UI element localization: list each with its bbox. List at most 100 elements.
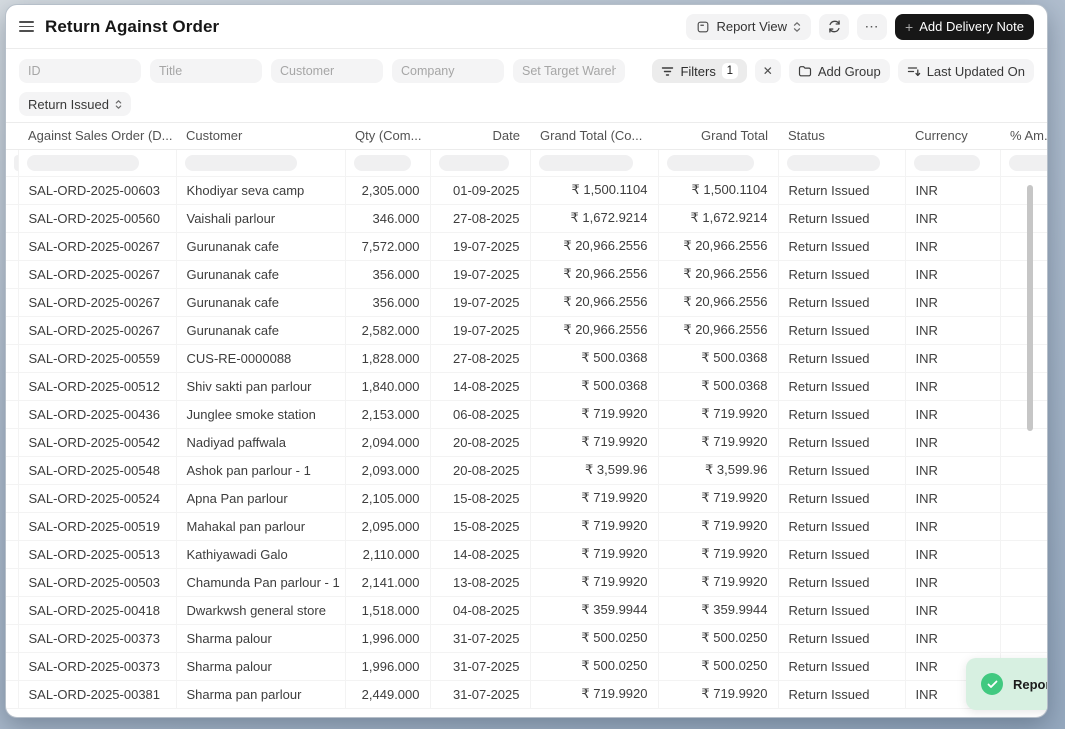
table-cell: ₹ 20,966.2556 [658, 260, 778, 288]
more-options-button[interactable]: ⋯ [857, 14, 887, 40]
add-delivery-note-button[interactable]: + Add Delivery Note [895, 14, 1034, 40]
title-filter-input[interactable] [150, 59, 262, 83]
column-filter-input[interactable] [354, 155, 412, 171]
report-view-button[interactable]: Report View [686, 14, 811, 40]
table-row[interactable]: SAL-ORD-2025-00267Gurunanak cafe356.0001… [6, 288, 1047, 316]
filter-toolbar: Filters 1 ✕ Add Group Last Updated O [6, 49, 1047, 122]
clear-filters-button[interactable]: ✕ [755, 59, 781, 83]
target-warehouse-filter-input[interactable] [513, 59, 625, 83]
table-cell: SAL-ORD-2025-00373 [18, 624, 176, 652]
table-cell: 356.000 [345, 260, 430, 288]
table-cell: 2,095.000 [345, 512, 430, 540]
table-row[interactable]: SAL-ORD-2025-00560Vaishali parlour346.00… [6, 204, 1047, 232]
table-row[interactable]: SAL-ORD-2025-00542Nadiyad paffwala2,094.… [6, 428, 1047, 456]
table-cell: 19-07-2025 [430, 232, 530, 260]
column-header[interactable]: Against Sales Order (D... [18, 123, 176, 149]
column-filter-cell [176, 149, 345, 176]
sidebar-toggle-icon[interactable] [19, 21, 34, 32]
table-row[interactable]: SAL-ORD-2025-00559CUS-RE-00000881,828.00… [6, 344, 1047, 372]
table-cell: 20-08-2025 [430, 428, 530, 456]
table-cell [1000, 288, 1047, 316]
table-row[interactable]: SAL-ORD-2025-00519Mahakal pan parlour2,0… [6, 512, 1047, 540]
table-cell: Return Issued [778, 596, 905, 624]
column-filter-input[interactable] [787, 155, 881, 171]
id-filter-input[interactable] [19, 59, 141, 83]
row-gutter-cell [6, 568, 18, 596]
table-cell: Sharma pan parlour [176, 680, 345, 708]
column-header[interactable]: % Am... [1000, 123, 1047, 149]
table-cell: Gurunanak cafe [176, 316, 345, 344]
table-cell: 2,153.000 [345, 400, 430, 428]
table-row[interactable]: SAL-ORD-2025-00513Kathiyawadi Galo2,110.… [6, 540, 1047, 568]
table-cell: SAL-ORD-2025-00373 [18, 652, 176, 680]
column-filter-cell [658, 149, 778, 176]
table-row[interactable]: SAL-ORD-2025-00603Khodiyar seva camp2,30… [6, 176, 1047, 204]
table-cell: ₹ 500.0368 [530, 344, 658, 372]
column-filter-input[interactable] [914, 155, 980, 171]
column-filter-input[interactable] [185, 155, 297, 171]
table-cell: SAL-ORD-2025-00381 [18, 680, 176, 708]
column-filter-input[interactable] [539, 155, 633, 171]
table-cell: INR [905, 176, 1000, 204]
plus-icon: + [905, 19, 913, 35]
table-cell [1000, 540, 1047, 568]
table-row[interactable]: SAL-ORD-2025-00418Dwarkwsh general store… [6, 596, 1047, 624]
refresh-icon [827, 19, 842, 34]
column-filter-input[interactable] [439, 155, 510, 171]
column-header[interactable]: Date [430, 123, 530, 149]
table-cell: Return Issued [778, 372, 905, 400]
table-cell: 1,840.000 [345, 372, 430, 400]
column-header[interactable]: Grand Total [658, 123, 778, 149]
table-row[interactable]: SAL-ORD-2025-00503Chamunda Pan parlour -… [6, 568, 1047, 596]
sort-by-button[interactable]: Last Updated On [898, 59, 1034, 83]
add-group-label: Add Group [818, 64, 881, 79]
add-group-button[interactable]: Add Group [789, 59, 890, 83]
table-row[interactable]: SAL-ORD-2025-00373Sharma palour1,996.000… [6, 624, 1047, 652]
table-cell: 7,572.000 [345, 232, 430, 260]
column-filter-input[interactable] [1009, 155, 1048, 171]
table-cell: ₹ 719.9920 [530, 484, 658, 512]
table-row[interactable]: SAL-ORD-2025-00524Apna Pan parlour2,105.… [6, 484, 1047, 512]
table-row[interactable]: SAL-ORD-2025-00436Junglee smoke station2… [6, 400, 1047, 428]
table-row[interactable]: SAL-ORD-2025-00512Shiv sakti pan parlour… [6, 372, 1047, 400]
vertical-scrollbar-thumb[interactable] [1027, 185, 1033, 431]
table-cell: Return Issued [778, 680, 905, 708]
table-cell: INR [905, 204, 1000, 232]
column-header[interactable]: Status [778, 123, 905, 149]
company-filter-input[interactable] [392, 59, 504, 83]
column-header[interactable]: Grand Total (Co... [530, 123, 658, 149]
filters-button[interactable]: Filters 1 [652, 59, 746, 83]
table-cell: 356.000 [345, 288, 430, 316]
customer-filter-input[interactable] [271, 59, 383, 83]
row-gutter-cell [6, 540, 18, 568]
table-cell [1000, 624, 1047, 652]
table-row[interactable]: SAL-ORD-2025-00267Gurunanak cafe2,582.00… [6, 316, 1047, 344]
table-row[interactable]: SAL-ORD-2025-00267Gurunanak cafe356.0001… [6, 260, 1047, 288]
table-row[interactable]: SAL-ORD-2025-00373Sharma palour1,996.000… [6, 652, 1047, 680]
table-cell: 2,105.000 [345, 484, 430, 512]
toolbar-right-actions: Filters 1 ✕ Add Group Last Updated O [652, 59, 1034, 83]
sort-by-label: Last Updated On [927, 64, 1025, 79]
column-filter-input[interactable] [667, 155, 755, 171]
filter-funnel-icon [661, 66, 674, 77]
column-header[interactable]: Currency [905, 123, 1000, 149]
table-cell [1000, 260, 1047, 288]
table-cell: 13-08-2025 [430, 568, 530, 596]
table-cell: Return Issued [778, 456, 905, 484]
table-row[interactable]: SAL-ORD-2025-00548Ashok pan parlour - 12… [6, 456, 1047, 484]
table-row[interactable]: SAL-ORD-2025-00381Sharma pan parlour2,44… [6, 680, 1047, 708]
column-header[interactable]: Qty (Com... [345, 123, 430, 149]
refresh-button[interactable] [819, 14, 849, 40]
table-cell: Return Issued [778, 568, 905, 596]
table-cell: Khodiyar seva camp [176, 176, 345, 204]
row-gutter-cell [6, 176, 18, 204]
column-header[interactable]: Customer [176, 123, 345, 149]
table-cell: Return Issued [778, 232, 905, 260]
table-cell: INR [905, 316, 1000, 344]
table-row[interactable]: SAL-ORD-2025-00267Gurunanak cafe7,572.00… [6, 232, 1047, 260]
column-filter-input[interactable] [27, 155, 139, 171]
table-cell: Vaishali parlour [176, 204, 345, 232]
status-filter-pill[interactable]: Return Issued [19, 92, 131, 116]
row-gutter-cell [6, 624, 18, 652]
report-table-container: Against Sales Order (D...CustomerQty (Co… [6, 122, 1047, 717]
